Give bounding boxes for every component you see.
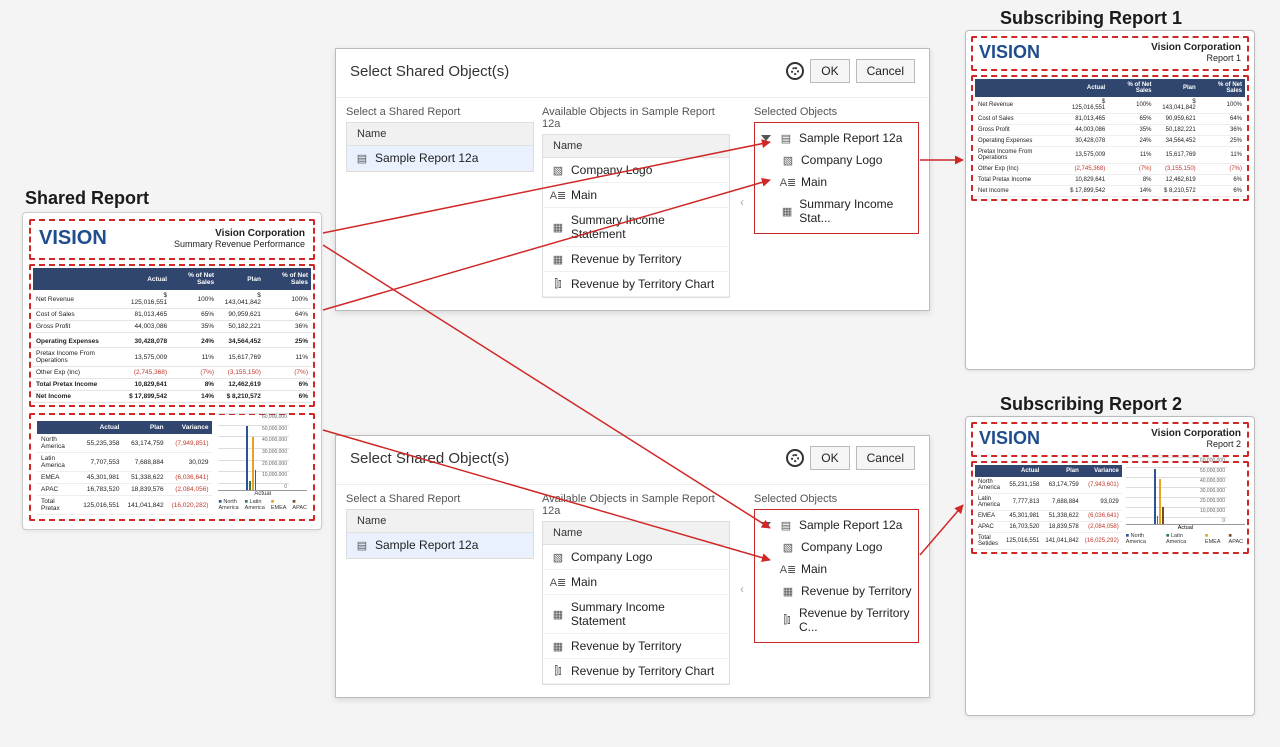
available-object-item[interactable]: ▦Revenue by Territory <box>543 634 729 659</box>
available-object-item[interactable]: ⫿⫾Revenue by Territory Chart <box>543 659 729 684</box>
sub2-bar-chart: 60,000,00050,000,00040,000,00030,000,000… <box>1126 465 1245 525</box>
chevron-down-icon <box>761 135 771 141</box>
available-object-item[interactable]: ▦Revenue by Territory <box>543 247 729 272</box>
available-objects-list: Name ▧Company LogoA≣Main▦Summary Income … <box>542 134 730 298</box>
shared-report-item[interactable]: ▤ Sample Report 12a <box>347 533 533 558</box>
subscribing-report-1-heading: Subscribing Report 1 <box>1000 8 1182 29</box>
image-icon: ▧ <box>781 153 795 167</box>
available-object-item[interactable]: ▧Company Logo <box>543 158 729 183</box>
chevron-down-icon <box>761 522 771 528</box>
selected-object-item[interactable]: ▧Company Logo <box>759 536 914 558</box>
vision-logo: VISION <box>39 227 107 250</box>
shared-report-item[interactable]: ▤ Sample Report 12a <box>347 146 533 171</box>
report-title-block: Vision Corporation Summary Revenue Perfo… <box>174 228 305 249</box>
available-object-item[interactable]: A≣Main <box>543 183 729 208</box>
available-object-item[interactable]: A≣Main <box>543 570 729 595</box>
text-icon: A≣ <box>781 175 795 189</box>
selected-object-item[interactable]: ▧Company Logo <box>759 149 914 171</box>
gear-icon[interactable] <box>786 449 804 467</box>
vision-logo: VISION <box>979 428 1040 449</box>
sub2-territory-table: ActualPlanVariance North America55,231,1… <box>975 465 1122 550</box>
selected-objects-2: ▤Sample Report 12a ▧Company LogoA≣Main▦R… <box>754 509 919 643</box>
selected-object-item[interactable]: A≣Main <box>759 171 914 193</box>
image-icon: ▧ <box>551 550 565 564</box>
selected-object-item[interactable]: ⫿⫾Revenue by Territory C... <box>759 602 914 638</box>
territory-table: ActualPlanVariance North America55,235,3… <box>37 421 212 515</box>
chart-icon: ⫿⫾ <box>781 613 793 627</box>
shared-report-heading: Shared Report <box>25 188 149 209</box>
sub1-summary-table: Actual% of Net SalesPlan% of Net Sales N… <box>975 79 1245 197</box>
select-shared-objects-dialog-2: Select Shared Object(s) OK Cancel Select… <box>335 435 930 698</box>
selected-root[interactable]: ▤Sample Report 12a <box>759 127 914 149</box>
selected-objects-label: Selected Objects <box>754 106 919 118</box>
image-icon: ▧ <box>781 540 795 554</box>
text-icon: A≣ <box>551 188 565 202</box>
available-object-item[interactable]: ▧Company Logo <box>543 545 729 570</box>
subscribing-report-2-heading: Subscribing Report 2 <box>1000 394 1182 415</box>
available-object-item[interactable]: ⫿⫾Revenue by Territory Chart <box>543 272 729 297</box>
selected-root[interactable]: ▤Sample Report 12a <box>759 514 914 536</box>
grid-icon: ▦ <box>781 584 795 598</box>
grid-icon: ▦ <box>551 220 565 234</box>
grid-icon: ▦ <box>551 639 565 653</box>
grid-icon: ▦ <box>781 204 793 218</box>
gear-icon[interactable] <box>786 62 804 80</box>
cancel-button[interactable]: Cancel <box>856 59 915 83</box>
summary-income-table: Actual% of Net SalesPlan% of Net Sales N… <box>33 268 311 403</box>
selected-object-item[interactable]: ▦Summary Income Stat... <box>759 193 914 229</box>
dialog-title: Select Shared Object(s) <box>350 450 509 467</box>
territory-bar-chart: 60,000,00050,000,00040,000,00030,000,000… <box>218 421 307 491</box>
grid-icon: ▦ <box>551 607 565 621</box>
available-objects-label: Available Objects in Sample Report 12a <box>542 106 730 130</box>
ok-button[interactable]: OK <box>810 446 849 470</box>
grid-icon: ▦ <box>551 252 565 266</box>
image-icon: ▧ <box>551 163 565 177</box>
shared-report-list: Name ▤ Sample Report 12a <box>346 122 534 172</box>
report-icon: ▤ <box>355 538 369 552</box>
selected-object-item[interactable]: ▦Revenue by Territory <box>759 580 914 602</box>
selected-objects-1: ▤Sample Report 12a ▧Company LogoA≣Main▦S… <box>754 122 919 234</box>
text-icon: A≣ <box>781 562 795 576</box>
dialog-title: Select Shared Object(s) <box>350 63 509 80</box>
text-icon: A≣ <box>551 575 565 589</box>
chart-icon: ⫿⫾ <box>551 277 565 291</box>
shared-report-card: VISION Vision Corporation Summary Revenu… <box>22 212 322 530</box>
vision-logo: VISION <box>979 42 1040 63</box>
selected-object-item[interactable]: A≣Main <box>759 558 914 580</box>
cancel-button[interactable]: Cancel <box>856 446 915 470</box>
select-shared-report-label: Select a Shared Report <box>346 106 534 118</box>
report-icon: ▤ <box>355 151 369 165</box>
mover-controls[interactable]: ‹ <box>738 493 746 685</box>
chart-icon: ⫿⫾ <box>551 664 565 678</box>
mover-controls[interactable]: ‹ <box>738 106 746 298</box>
ok-button[interactable]: OK <box>810 59 849 83</box>
subscribing-report-1-card: VISION Vision CorporationReport 1 Actual… <box>965 30 1255 370</box>
subscribing-report-2-card: VISION Vision CorporationReport 2 Actual… <box>965 416 1255 716</box>
available-object-item[interactable]: ▦Summary Income Statement <box>543 595 729 634</box>
select-shared-objects-dialog-1: Select Shared Object(s) OK Cancel Select… <box>335 48 930 311</box>
chart-legend: North America Latin America EMEA APAC <box>218 499 307 511</box>
available-object-item[interactable]: ▦Summary Income Statement <box>543 208 729 247</box>
